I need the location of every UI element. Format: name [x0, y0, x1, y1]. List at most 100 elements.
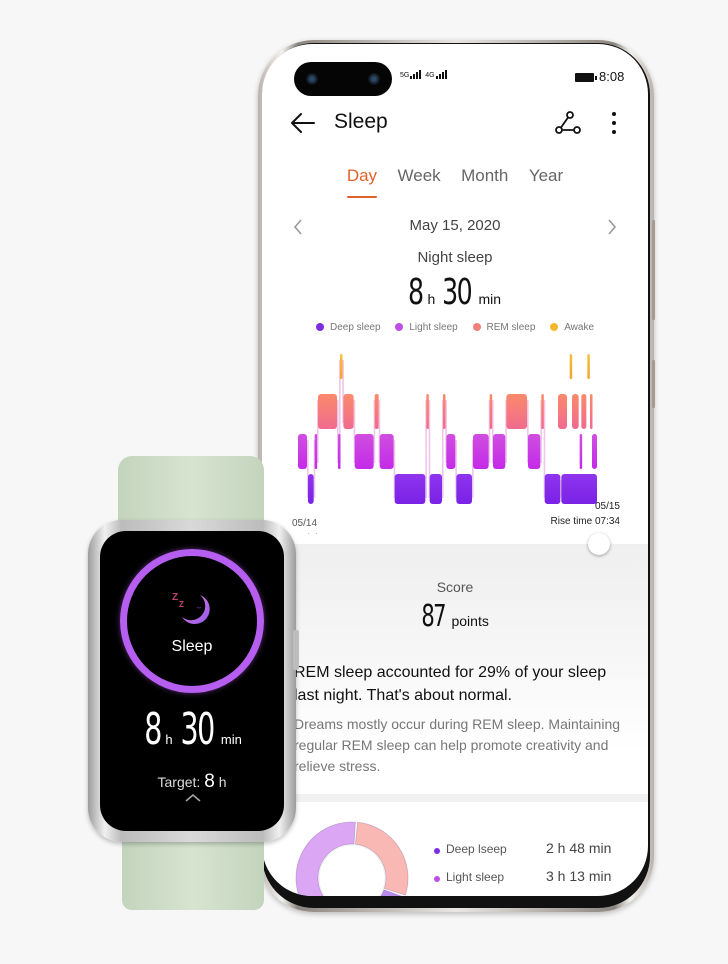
camera-punch-hole: [294, 62, 392, 96]
sleep-segment-rem: [558, 394, 567, 429]
legend-dot: [550, 323, 559, 331]
network-type: 5G: [400, 72, 410, 79]
stat-label: Deep lseep: [446, 842, 507, 856]
signal-icon: [435, 70, 447, 79]
score-unit: points: [451, 613, 489, 629]
legend-deep: Deep sleep: [315, 322, 381, 333]
tab-year[interactable]: Year: [529, 166, 563, 192]
network-type: 4G: [425, 72, 435, 79]
stat-dot: [434, 848, 440, 854]
svg-text:Z: Z: [172, 592, 178, 603]
sleep-segment-rem: [318, 394, 337, 429]
sleep-segment-light: [446, 434, 456, 469]
watch-minutes-unit: min: [220, 732, 242, 747]
chevron-up-icon[interactable]: [184, 793, 202, 803]
page-title: Sleep: [334, 110, 388, 133]
watch-strap-bottom: [122, 840, 264, 910]
sleep-segment-deep: [429, 474, 442, 504]
sleep-segment-light: [579, 434, 583, 469]
sleep-segment-rem: [590, 394, 593, 429]
sleep-segment-awake: [340, 354, 343, 379]
sleep-segment-light: [493, 434, 506, 469]
tab-month[interactable]: Month: [461, 166, 508, 192]
tab-day[interactable]: Day: [346, 166, 378, 198]
legend-label: Awake: [564, 322, 595, 333]
watch-minutes: 30: [180, 704, 215, 755]
legend-dot: [395, 323, 404, 331]
watch-target: Target: 8 h: [100, 771, 284, 793]
sleep-segment-light: [528, 434, 541, 469]
date-navigator: May 15, 2020: [262, 216, 648, 238]
camera-icon: [368, 73, 380, 85]
sleep-segment-deep: [394, 474, 426, 504]
watch-duration: 8 h 30 min: [100, 704, 284, 755]
signal-icon: [409, 70, 422, 79]
timeline-slider-handle[interactable]: [588, 533, 610, 555]
night-sleep-label: Night sleep: [417, 249, 493, 266]
end-date: 05/15: [594, 501, 620, 512]
sleep-segment-awake: [587, 354, 590, 379]
status-time: 8:08: [599, 69, 625, 84]
tab-week[interactable]: Week: [398, 166, 441, 192]
phone-screen: 5G 4G 8:08 Sleep Day Week Month Year May…: [262, 44, 648, 896]
legend-awake: Awake: [550, 322, 594, 333]
score-value: 87 points: [262, 599, 648, 634]
arrow-left-icon[interactable]: [288, 110, 318, 136]
watch-button[interactable]: [293, 630, 299, 670]
sleep-segment-rem: [426, 394, 429, 429]
legend-label: Light sleep: [409, 322, 458, 333]
watch-app-label: Sleep: [171, 638, 213, 655]
target-label: Target:: [157, 774, 201, 790]
sleep-stage-chart: [298, 354, 597, 504]
sleep-segment-light: [473, 434, 489, 469]
rise-time-label: 05/15 Rise time 07:34: [551, 499, 620, 529]
sleep-segment-awake: [569, 354, 573, 379]
insight-detail: Dreams mostly occur during REM sleep. Ma…: [294, 716, 621, 774]
more-vertical-icon[interactable]: [608, 110, 620, 136]
sleep-segment-light: [338, 434, 341, 469]
chevron-right-icon[interactable]: [602, 216, 622, 238]
insight-headline: REM sleep accounted for 29% of your slee…: [294, 664, 607, 704]
sleep-segment-light: [379, 434, 394, 469]
duration-hours: 8: [407, 272, 424, 313]
sleep-segment-rem: [443, 394, 446, 429]
sleep-segment-deep: [308, 474, 314, 504]
volume-button: [652, 220, 655, 320]
period-tabs: Day Week Month Year: [262, 166, 648, 198]
sleep-segment-deep: [456, 474, 472, 504]
sleep-breakdown-donut: [295, 821, 409, 896]
watch-hours-unit: h: [165, 732, 173, 747]
stat-light-sleep: Light sleep 3 h 13 min: [434, 868, 611, 884]
sleep-segment-rem: [489, 394, 493, 429]
share-nodes-icon[interactable]: [554, 110, 582, 136]
battery-icon: [575, 73, 597, 82]
rise-time: Rise time 07:34: [550, 516, 620, 527]
legend-label: REM sleep: [486, 322, 536, 333]
watch-hours: 8: [144, 704, 162, 755]
stat-deep-sleep: Deep lseep 2 h 48 min: [434, 840, 611, 856]
start-date: 05/14: [292, 518, 318, 529]
score-label: Score: [436, 579, 474, 595]
moon-sleep-icon: Z Z: [172, 592, 210, 625]
stat-value: 2 h 48 min: [546, 840, 612, 856]
sleep-segment-light: [592, 434, 597, 469]
sleep-segment-rem: [541, 394, 544, 429]
sleep-duration: 8 h 30 min: [262, 272, 648, 313]
legend-dot: [315, 323, 324, 331]
stat-label: Light sleep: [446, 870, 505, 884]
sleep-segment-light: [298, 434, 307, 469]
sleep-segment-rem: [581, 394, 587, 429]
sleep-segment-rem: [572, 394, 579, 429]
sleep-segment-rem: [343, 394, 354, 429]
power-button: [652, 360, 655, 408]
svg-text:Z: Z: [179, 600, 184, 609]
section-divider: [262, 794, 648, 802]
stat-dot: [434, 876, 440, 882]
hours-unit: h: [427, 291, 436, 307]
score-number: 87: [421, 599, 446, 634]
stat-value: 3 h 13 min: [546, 868, 612, 884]
watch-screen: Z Z Sleep 8 h 30 min Target: 8 h: [100, 531, 284, 831]
legend-label: Deep sleep: [329, 322, 381, 333]
legend-light: Light sleep: [395, 322, 458, 333]
camera-icon: [306, 73, 318, 85]
